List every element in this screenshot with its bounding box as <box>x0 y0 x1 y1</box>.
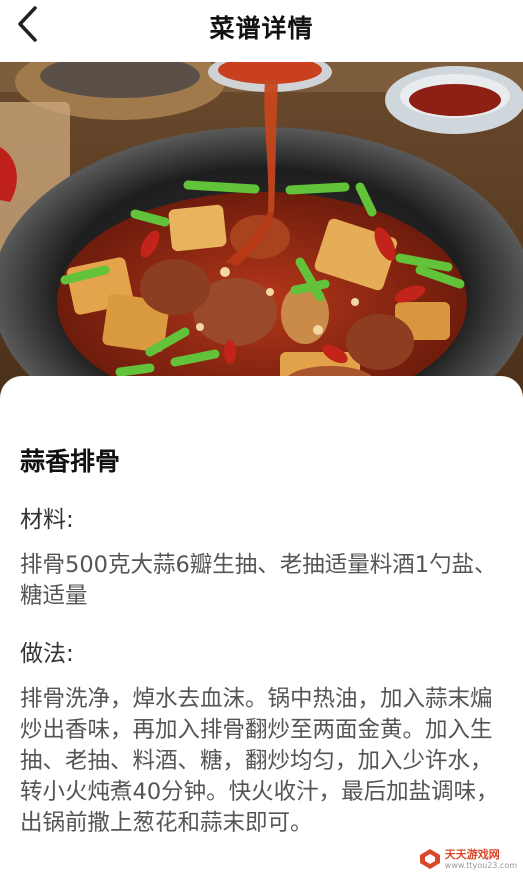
watermark-url: www.ttyou23.com <box>444 860 517 870</box>
method-label: 做法: <box>20 641 74 667</box>
top-bar: 菜谱详情 <box>0 0 523 62</box>
recipe-detail-screen: 菜谱详情 蒜香排骨 材料: 排骨500克大蒜6瓣生抽、老抽适量料酒1勺盐、糖适量… <box>0 0 523 880</box>
watermark: 天天游戏网 www.ttyou23.com <box>419 848 517 870</box>
method-text: 排骨洗净，焯水去血沫。锅中热油，加入蒜末煸炒出香味，再加入排骨翻炒至两面金黄。加… <box>20 686 499 836</box>
recipe-name: 蒜香排骨 <box>20 447 121 476</box>
page-title: 菜谱详情 <box>209 14 314 43</box>
game-logo-icon <box>419 849 440 869</box>
recipe-content-panel: 蒜香排骨 材料: 排骨500克大蒜6瓣生抽、老抽适量料酒1勺盐、糖适量 做法: … <box>0 376 523 880</box>
watermark-name: 天天游戏网 <box>444 847 500 861</box>
ingredients-label: 材料: <box>20 507 74 533</box>
dish-photo <box>0 62 523 402</box>
ingredients-text: 排骨500克大蒜6瓣生抽、老抽适量料酒1勺盐、糖适量 <box>20 552 497 609</box>
